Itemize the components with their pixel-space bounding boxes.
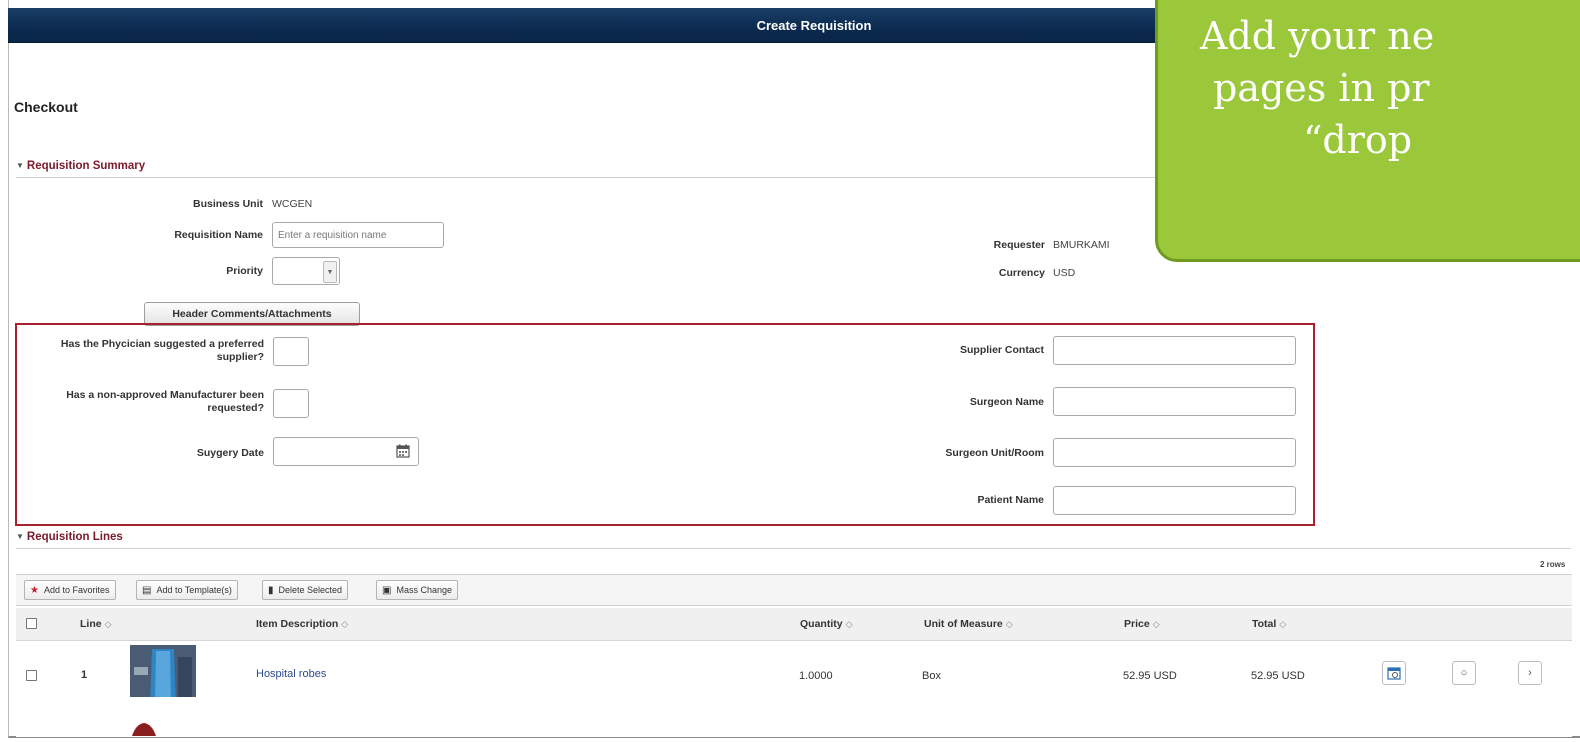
callout-line-2: pages in pr xyxy=(1213,66,1430,110)
column-total[interactable]: Total ◇ xyxy=(1252,618,1286,630)
surgeon-unit-room-input[interactable] xyxy=(1053,438,1296,467)
add-templates-label: Add to Template(s) xyxy=(156,585,232,595)
priority-label: Priority xyxy=(226,265,263,277)
requester-label: Requester xyxy=(993,239,1045,251)
manufacturer-label: Has a non-approved Manufacturer been req… xyxy=(66,389,264,414)
column-item-description[interactable]: Item Description ◇ xyxy=(256,618,348,630)
mass-change-button[interactable]: ▣ Mass Change xyxy=(376,580,458,600)
star-icon: ★ xyxy=(30,584,39,596)
column-unit-of-measure[interactable]: Unit of Measure ◇ xyxy=(924,618,1013,630)
physician-supplier-checkbox[interactable] xyxy=(273,337,309,366)
sort-icon: ◇ xyxy=(1152,619,1160,629)
line-details-button[interactable]: › xyxy=(1518,661,1542,685)
chevron-right-icon: › xyxy=(1528,667,1532,679)
business-unit-value: WCGEN xyxy=(272,198,313,210)
instruction-callout: Add your ne pages in pr “drop xyxy=(1155,0,1580,262)
row-count: 2 rows xyxy=(1540,560,1566,569)
mass-change-label: Mass Change xyxy=(396,585,452,595)
currency-value: USD xyxy=(1053,267,1076,279)
requisition-lines-header[interactable]: ▼ Requisition Lines xyxy=(16,531,123,543)
row-price: 52.95 USD xyxy=(1123,670,1177,682)
comment-icon: ○ xyxy=(1460,667,1468,679)
select-all-checkbox[interactable] xyxy=(26,618,37,629)
comment-button[interactable]: ○ xyxy=(1452,661,1476,685)
dropdown-arrow-icon[interactable]: ▼ xyxy=(323,261,337,283)
row-line-number: 1 xyxy=(81,669,88,681)
sort-icon: ◇ xyxy=(1005,619,1013,629)
mass-change-icon: ▣ xyxy=(382,584,392,596)
lines-table-header: Line ◇ Item Description ◇ Quantity ◇ Unit o… xyxy=(16,608,1572,641)
table-row[interactable] xyxy=(16,697,1572,737)
business-unit-label: Business Unit xyxy=(192,198,263,210)
sort-icon: ◇ xyxy=(845,619,853,629)
supplier-contact-input[interactable] xyxy=(1053,336,1296,365)
sort-icon: ◇ xyxy=(341,619,349,629)
requisition-name-input[interactable] xyxy=(272,222,444,248)
add-to-templates-button[interactable]: ▤ Add to Template(s) xyxy=(136,580,238,600)
callout-line-3: “drop xyxy=(1303,118,1413,162)
add-favorites-label: Add to Favorites xyxy=(43,585,110,595)
table-row[interactable] xyxy=(16,641,1572,698)
delete-selected-label: Delete Selected xyxy=(278,585,343,595)
surgeon-unit-room-label: Surgeon Unit/Room xyxy=(945,447,1044,459)
patient-name-label: Patient Name xyxy=(977,494,1044,506)
requester-value: BMURKAMI xyxy=(1053,239,1110,251)
manufacturer-checkbox[interactable] xyxy=(273,389,309,418)
add-to-favorites-button[interactable]: ★ Add to Favorites xyxy=(24,580,116,600)
lines-toolbar: ★ Add to Favorites ▤ Add to Template(s) ▮ D… xyxy=(16,574,1572,606)
requisition-name-label: Requisition Name xyxy=(174,229,263,241)
schedule-icon xyxy=(1387,667,1401,680)
calendar-icon[interactable] xyxy=(396,444,410,458)
item-thumbnail xyxy=(132,723,156,736)
window-title: Create Requisition xyxy=(756,17,872,33)
requisition-summary-header[interactable]: ▼ Requisition Summary xyxy=(16,160,145,172)
sort-icon: ◇ xyxy=(1279,619,1287,629)
column-price[interactable]: Price ◇ xyxy=(1124,618,1160,630)
section-title: Requisition Lines xyxy=(26,531,123,543)
sort-icon: ◇ xyxy=(104,619,112,629)
section-title: Requisition Summary xyxy=(26,160,146,172)
surgery-date-label: Suygery Date xyxy=(196,447,264,459)
column-line[interactable]: Line ◇ xyxy=(80,618,112,630)
section-divider xyxy=(16,548,1571,549)
collapse-triangle-icon: ▼ xyxy=(16,532,24,541)
schedule-button[interactable] xyxy=(1382,661,1406,685)
physician-supplier-label: Has the Phycician suggested a preferred … xyxy=(60,338,264,363)
column-quantity[interactable]: Quantity ◇ xyxy=(800,618,853,630)
patient-name-input[interactable] xyxy=(1053,486,1296,515)
row-total: 52.95 USD xyxy=(1251,670,1305,682)
supplier-contact-label: Supplier Contact xyxy=(959,344,1044,356)
delete-selected-button[interactable]: ▮ Delete Selected xyxy=(262,580,349,600)
template-icon: ▤ xyxy=(142,584,152,596)
row-quantity: 1.0000 xyxy=(799,670,833,682)
item-description-link[interactable]: Hospital robes xyxy=(256,668,326,680)
row-unit-of-measure: Box xyxy=(922,670,941,682)
collapse-triangle-icon: ▼ xyxy=(16,161,24,170)
trash-icon: ▮ xyxy=(268,584,274,596)
surgeon-name-label: Surgeon Name xyxy=(969,396,1044,408)
currency-label: Currency xyxy=(998,267,1045,279)
callout-line-1: Add your ne xyxy=(1200,14,1435,58)
priority-select[interactable]: ▼ xyxy=(272,257,340,285)
surgeon-name-input[interactable] xyxy=(1053,387,1296,416)
row-select-checkbox[interactable] xyxy=(26,670,37,681)
page-title: Checkout xyxy=(14,99,78,115)
